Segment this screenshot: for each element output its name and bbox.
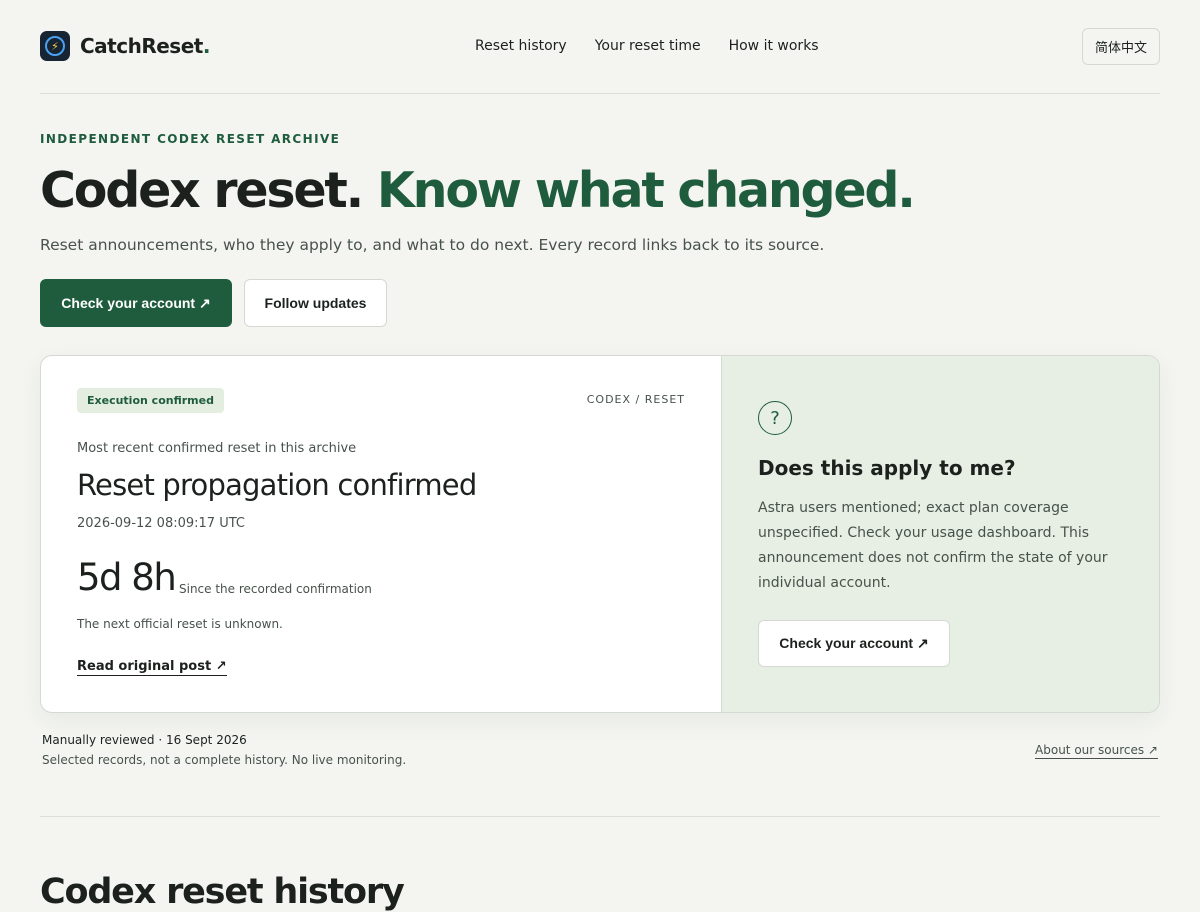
section-divider xyxy=(40,816,1160,817)
applies-body: Astra users mentioned; exact plan covera… xyxy=(758,500,1108,591)
site-header: ⚡ CatchReset. Reset history Your reset t… xyxy=(40,28,1160,66)
record-subtitle: Most recent confirmed reset in this arch… xyxy=(77,441,357,456)
nav-item-your-reset-time[interactable]: Your reset time xyxy=(595,38,701,54)
main-nav: Reset history Your reset time How it wor… xyxy=(475,38,819,54)
brand-dot: . xyxy=(202,34,211,58)
about-sources-link[interactable]: About our sources ↗ xyxy=(1035,743,1158,759)
applies-panel: ? Does this apply to me? Astra users men… xyxy=(721,356,1159,712)
language-switch-button[interactable]: 简体中文 xyxy=(1081,28,1160,65)
reviewed-date: Manually reviewed · 16 Sept 2026 xyxy=(42,733,247,747)
question-icon: ? xyxy=(758,401,792,435)
reset-record-card: Execution confirmed CODEX / RESET Most r… xyxy=(40,355,1160,713)
read-original-post-link[interactable]: Read original post ↗ xyxy=(77,659,227,676)
brand-logo[interactable]: ⚡ CatchReset. xyxy=(40,31,210,61)
history-section-title: Codex reset history xyxy=(40,872,405,912)
lightning-logo-icon: ⚡ xyxy=(40,31,70,61)
nav-item-reset-history[interactable]: Reset history xyxy=(475,38,567,54)
hero-title-main: Codex reset. xyxy=(40,162,364,219)
hero-lede: Reset announcements, who they apply to, … xyxy=(40,236,825,254)
elapsed-time: 5d 8h xyxy=(77,556,177,599)
record-title: Reset propagation confirmed xyxy=(77,468,477,502)
follow-updates-button[interactable]: Follow updates xyxy=(244,279,387,327)
brand-name: CatchReset xyxy=(80,34,203,58)
status-badge: Execution confirmed xyxy=(77,388,224,413)
check-account-secondary-button[interactable]: Check your account ↗ xyxy=(758,620,950,667)
hero-title-accent: Know what changed. xyxy=(376,162,916,219)
record-details: Execution confirmed CODEX / RESET Most r… xyxy=(41,356,721,712)
hero-eyebrow: INDEPENDENT CODEX RESET ARCHIVE xyxy=(40,132,341,146)
header-divider xyxy=(40,93,1160,94)
nav-item-how-it-works[interactable]: How it works xyxy=(729,38,819,54)
check-account-button[interactable]: Check your account ↗ xyxy=(40,279,232,327)
record-timestamp: 2026-09-12 08:09:17 UTC xyxy=(77,516,245,531)
next-reset-note: The next official reset is unknown. xyxy=(77,617,283,631)
record-breadcrumb: CODEX / RESET xyxy=(586,393,685,406)
hero-title: Codex reset. Know what changed. xyxy=(40,160,1160,222)
applies-title: Does this apply to me? xyxy=(758,456,1016,480)
records-note: Selected records, not a complete history… xyxy=(42,753,407,767)
elapsed-caption: Since the recorded confirmation xyxy=(179,582,372,596)
